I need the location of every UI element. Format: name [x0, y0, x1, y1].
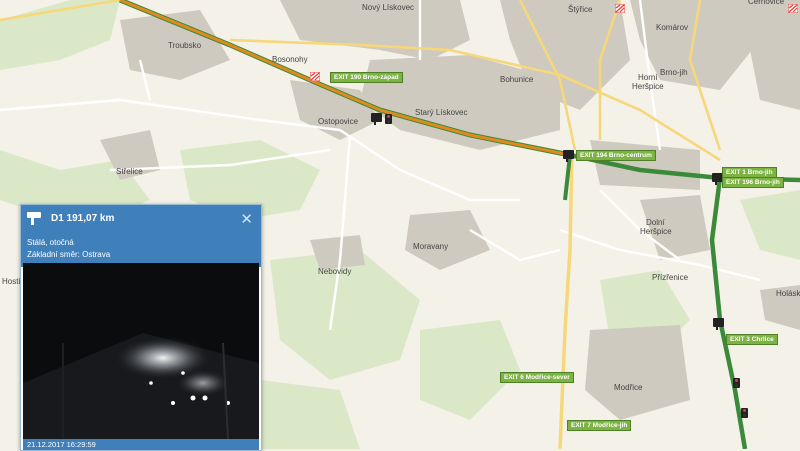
exit-badge[interactable]: EXIT 3 Chrlice [726, 334, 778, 345]
popup-header: D1 191,07 km ✕ [21, 205, 261, 233]
svg-text:Troubsko: Troubsko [168, 41, 202, 50]
exit-badge[interactable]: EXIT 7 Modřice-jih [567, 420, 632, 431]
svg-text:Ostopovice: Ostopovice [318, 117, 359, 126]
exit-badge[interactable]: EXIT 196 Brno-jih [722, 177, 784, 188]
svg-text:Horní: Horní [638, 73, 658, 82]
camera-type: Stálá, otočná [27, 238, 74, 247]
svg-text:Modřice: Modřice [614, 383, 643, 392]
svg-text:Přízřenice: Přízřenice [652, 273, 689, 282]
traffic-light-icon[interactable] [733, 378, 740, 388]
camera-image[interactable] [23, 263, 259, 439]
svg-text:Heršpice: Heršpice [640, 227, 672, 236]
popup-title: D1 191,07 km [51, 213, 115, 224]
svg-text:Nebovidy: Nebovidy [318, 267, 351, 276]
svg-text:Nový Lískovec: Nový Lískovec [362, 3, 414, 12]
camera-icon[interactable] [563, 150, 574, 162]
camera-icon[interactable] [713, 318, 724, 330]
close-icon[interactable]: ✕ [240, 210, 253, 228]
svg-text:Starý Lískovec: Starý Lískovec [415, 108, 467, 117]
svg-text:Bosonohy: Bosonohy [272, 55, 308, 64]
svg-text:Střelice: Střelice [116, 167, 143, 176]
traffic-light-icon[interactable] [741, 408, 748, 418]
camera-icon[interactable] [371, 113, 382, 125]
svg-text:Štýřice: Štýřice [568, 5, 593, 14]
exit-badge[interactable]: EXIT 6 Modřice-sever [500, 372, 574, 383]
svg-text:Brno-jih: Brno-jih [660, 68, 688, 77]
svg-text:Komárov: Komárov [656, 23, 688, 32]
traffic-light-icon[interactable] [385, 114, 392, 124]
svg-text:Dolní: Dolní [646, 218, 665, 227]
svg-text:Holásky: Holásky [776, 289, 800, 298]
svg-text:Moravany: Moravany [413, 242, 448, 251]
roadwork-warning-icon[interactable] [614, 0, 626, 14]
svg-text:Černovice: Černovice [748, 0, 785, 6]
camera-direction: Základní směr: Ostrava [27, 250, 111, 259]
roadwork-warning-icon[interactable] [309, 68, 321, 82]
camera-timestamp: 21.12.2017 16:29:59 [23, 439, 259, 450]
roadwork-warning-icon[interactable] [787, 0, 799, 14]
camera-icon [27, 212, 41, 225]
camera-popup: D1 191,07 km ✕ Stálá, otočná Základní sm… [20, 204, 262, 451]
svg-text:Bohunice: Bohunice [500, 75, 534, 84]
exit-badge[interactable]: EXIT 190 Brno-západ [330, 72, 403, 83]
exit-badge[interactable]: EXIT 194 Brno-centrum [576, 150, 656, 161]
svg-text:Heršpice: Heršpice [632, 82, 664, 91]
popup-info: Stálá, otočná Základní směr: Ostrava [21, 233, 261, 267]
